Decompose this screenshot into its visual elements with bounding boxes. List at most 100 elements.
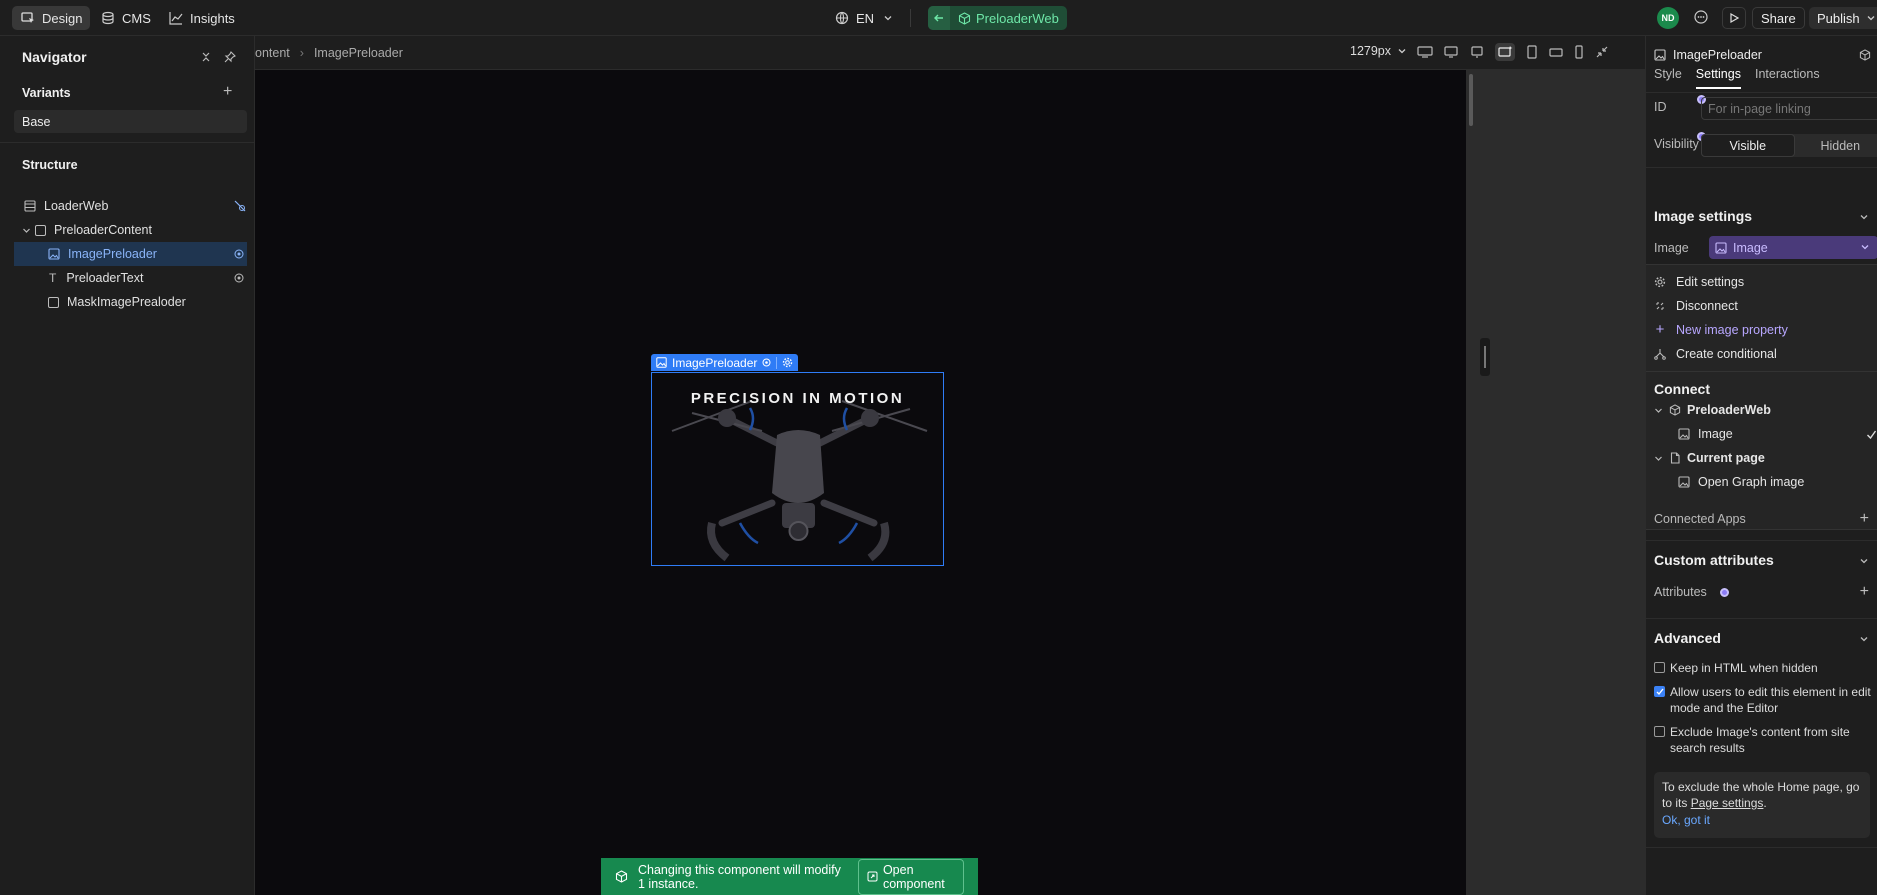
mobile-icon[interactable] [1573, 45, 1585, 59]
gear-icon[interactable] [782, 357, 793, 368]
width-select[interactable]: 1279px [1350, 44, 1407, 58]
open-component-button[interactable]: Open component [857, 858, 964, 895]
component-icon[interactable] [1859, 49, 1871, 61]
avatar[interactable]: ND [1657, 7, 1679, 29]
component-pill[interactable]: PreloaderWeb [928, 6, 1067, 30]
variant-base[interactable]: Base [14, 110, 247, 133]
tab-interactions[interactable]: Interactions [1755, 66, 1820, 92]
menu-label: Create conditional [1676, 347, 1777, 361]
desktop-icon[interactable] [1443, 45, 1459, 59]
chevron-down-icon[interactable] [1859, 556, 1869, 566]
checkbox-checked[interactable] [1654, 686, 1665, 697]
language-select[interactable]: EN [826, 6, 904, 30]
image-icon [656, 357, 667, 368]
canvas[interactable]: ImagePreloader PRECISION IN MOTION Chang… [255, 70, 1645, 895]
globe-icon [834, 10, 850, 26]
option-exclude-search[interactable]: Exclude Image's content from site search… [1654, 724, 1864, 756]
mobile-landscape-icon[interactable] [1549, 45, 1563, 59]
chevron-down-icon[interactable] [1859, 634, 1869, 644]
comment-icon[interactable] [1693, 9, 1709, 25]
play-icon [1729, 13, 1739, 23]
scrollbar[interactable] [1469, 74, 1473, 126]
tab-insights[interactable]: Insights [160, 6, 243, 30]
visibility-off-icon[interactable] [234, 200, 246, 212]
image-icon [1678, 428, 1690, 440]
connect-label: Current page [1687, 451, 1765, 465]
image-variable-select[interactable]: Image [1709, 236, 1877, 259]
tab-cms[interactable]: CMS [92, 6, 159, 30]
top-bar: Design CMS Insights EN PreloaderWeb ND S… [0, 0, 1877, 36]
tab-settings[interactable]: Settings [1695, 66, 1741, 89]
add-attribute-icon[interactable]: + [1860, 584, 1869, 600]
connect-title: Connect [1654, 381, 1710, 397]
connect-label: Image [1698, 427, 1733, 441]
collapse-icon[interactable] [200, 51, 212, 63]
tab-design[interactable]: Design [12, 6, 91, 30]
image-settings-title[interactable]: Image settings [1654, 208, 1752, 224]
back-arrow-icon[interactable] [928, 6, 950, 30]
chevron-down-icon[interactable] [22, 226, 31, 235]
variable-dot[interactable] [1720, 588, 1729, 597]
connect-preloaderweb[interactable]: PreloaderWeb [1654, 403, 1771, 417]
breadcrumb-item[interactable]: ontent [255, 46, 290, 60]
hidden-option[interactable]: Hidden [1795, 134, 1877, 157]
frame-icon [24, 200, 36, 212]
connected-apps-label[interactable]: Connected Apps [1654, 512, 1746, 526]
desktop-large-icon[interactable] [1417, 45, 1433, 59]
tab-style[interactable]: Style [1654, 66, 1682, 92]
target-icon [234, 273, 244, 283]
structure-title: Structure [22, 158, 78, 172]
preloader-frame[interactable]: ImagePreloader PRECISION IN MOTION [255, 70, 1473, 895]
check-icon [1866, 429, 1877, 440]
breadcrumb-item-current[interactable]: ImagePreloader [314, 46, 403, 60]
tree-item-preloadertext[interactable]: T PreloaderText [0, 266, 255, 290]
laptop-icon[interactable] [1469, 45, 1485, 59]
publish-button[interactable]: Publish [1809, 7, 1877, 29]
tree-item-loaderweb[interactable]: LoaderWeb [0, 194, 255, 218]
checkbox[interactable] [1654, 662, 1665, 673]
component-icon [615, 870, 628, 883]
ok-got-it-link[interactable]: Ok, got it [1662, 812, 1862, 828]
tree-item-maskimageprealoder[interactable]: MaskImagePrealoder [0, 290, 255, 314]
page-settings-link[interactable]: Page settings [1691, 796, 1764, 810]
pin-icon[interactable] [224, 51, 236, 63]
share-button[interactable]: Share [1752, 7, 1805, 29]
selection-name: ImagePreloader [672, 355, 758, 370]
menu-new-image-property[interactable]: + New image property [1654, 322, 1788, 337]
collapse-icon[interactable] [1595, 45, 1609, 59]
menu-edit-settings[interactable]: Edit settings [1654, 275, 1744, 289]
tree-item-imagepreloader[interactable]: ImagePreloader [14, 242, 247, 266]
chevron-down-icon [1397, 46, 1407, 56]
option-keep-in-html[interactable]: Keep in HTML when hidden [1654, 660, 1874, 676]
connect-current-page[interactable]: Current page [1654, 451, 1765, 465]
base-breakpoint-icon[interactable] [1495, 43, 1515, 61]
tablet-icon[interactable] [1525, 45, 1539, 59]
menu-create-conditional[interactable]: Create conditional [1654, 347, 1777, 361]
tree-item-label: ImagePreloader [68, 247, 157, 261]
publish-label: Publish [1817, 10, 1860, 26]
tree-item-label: LoaderWeb [44, 199, 109, 213]
chevron-down-icon[interactable] [1859, 212, 1869, 222]
menu-disconnect[interactable]: Disconnect [1654, 299, 1738, 313]
connect-image[interactable]: Image [1678, 427, 1733, 441]
option-allow-edit[interactable]: Allow users to edit this element in edit… [1654, 684, 1876, 716]
element-name: ImagePreloader [1673, 48, 1762, 62]
visible-option[interactable]: Visible [1701, 134, 1795, 157]
hero-text[interactable]: PRECISION IN MOTION [651, 390, 944, 407]
connect-open-graph-image[interactable]: Open Graph image [1678, 475, 1804, 489]
checkbox[interactable] [1654, 726, 1665, 737]
tab-design-label: Design [42, 10, 83, 26]
resize-handle[interactable] [1480, 338, 1490, 376]
selection-label[interactable]: ImagePreloader [651, 354, 799, 371]
custom-attributes-title[interactable]: Custom attributes [1654, 552, 1774, 568]
image-dropdown-menu: Edit settings Disconnect + New image pro… [1646, 264, 1877, 530]
preview-play-button[interactable] [1722, 7, 1746, 29]
menu-label: Disconnect [1676, 299, 1738, 313]
tree-item-preloadercontent[interactable]: PreloaderContent [0, 218, 255, 242]
id-input[interactable]: For in-page linking [1701, 97, 1877, 120]
menu-label: New image property [1676, 323, 1788, 337]
image-icon [48, 248, 60, 260]
advanced-title[interactable]: Advanced [1654, 630, 1721, 646]
add-connected-app-icon[interactable]: + [1860, 511, 1869, 527]
add-variant-icon[interactable]: + [223, 84, 232, 100]
